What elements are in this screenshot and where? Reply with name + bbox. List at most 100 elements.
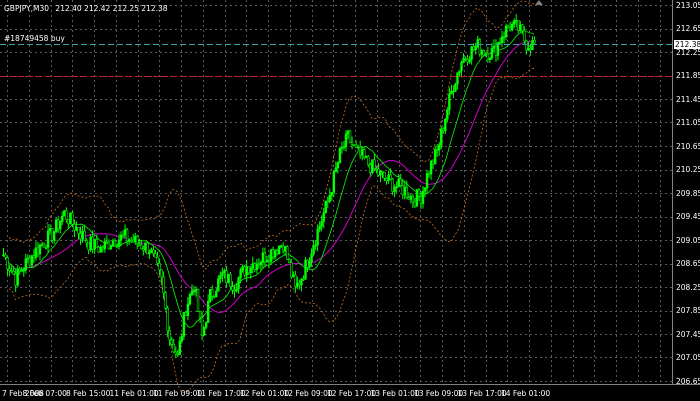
candle-body bbox=[227, 273, 230, 283]
candle-body bbox=[525, 40, 528, 51]
candle-body bbox=[354, 144, 358, 148]
candle-body bbox=[352, 144, 356, 146]
candle-body bbox=[142, 248, 145, 251]
candle-body bbox=[433, 149, 437, 165]
candle-body bbox=[172, 344, 175, 353]
candle-body bbox=[225, 270, 228, 283]
candle-body bbox=[448, 93, 451, 111]
candle-body bbox=[440, 128, 443, 146]
candle-body bbox=[200, 317, 204, 336]
candle-body bbox=[16, 268, 19, 286]
candle-body bbox=[93, 239, 96, 250]
candle-body bbox=[332, 171, 336, 193]
candle-body bbox=[217, 278, 220, 292]
candle-body bbox=[502, 36, 506, 38]
candle-body bbox=[144, 242, 147, 251]
time-tick-label: 11 Feb 01:00 bbox=[109, 389, 159, 398]
candle-body bbox=[488, 57, 492, 60]
candle-body bbox=[415, 189, 419, 207]
candle-body bbox=[504, 25, 508, 37]
candle-body bbox=[348, 130, 352, 143]
candle-body bbox=[296, 282, 299, 287]
candle-body bbox=[342, 146, 346, 148]
candle-body bbox=[452, 90, 455, 93]
candle-body bbox=[314, 244, 317, 247]
candle-body bbox=[306, 259, 309, 268]
candle-body bbox=[510, 23, 514, 31]
candle-body bbox=[119, 234, 123, 241]
candle-body bbox=[300, 278, 303, 286]
candle-body bbox=[34, 247, 38, 258]
candle-body bbox=[164, 292, 167, 309]
candle-body bbox=[472, 46, 475, 51]
candle-body bbox=[186, 303, 190, 316]
candle-body bbox=[168, 330, 171, 341]
candle-body bbox=[423, 187, 427, 192]
price-tick-label: 207.45 bbox=[676, 329, 700, 339]
candle-body bbox=[150, 249, 153, 253]
candle-body bbox=[77, 227, 80, 234]
candle-body bbox=[486, 53, 490, 60]
candle-body bbox=[52, 231, 56, 241]
candle-body bbox=[468, 58, 471, 63]
time-tick-label: 12 Feb 17:00 bbox=[327, 389, 377, 398]
candle-body bbox=[409, 195, 413, 200]
candle-body bbox=[470, 46, 473, 60]
candle-body bbox=[391, 178, 394, 192]
candle-body bbox=[40, 243, 44, 246]
candle-body bbox=[4, 254, 7, 258]
price-tick-label: 210.25 bbox=[676, 165, 700, 174]
candle-body bbox=[427, 173, 431, 175]
candle-body bbox=[521, 24, 524, 32]
candle-body bbox=[233, 289, 236, 292]
candle-body bbox=[324, 200, 327, 214]
candle-body bbox=[393, 187, 396, 192]
candle-body bbox=[446, 109, 449, 120]
candle-body bbox=[249, 267, 252, 274]
current-price-label: 212.38 bbox=[674, 39, 700, 49]
candle-body bbox=[241, 266, 244, 271]
candle-body bbox=[302, 278, 305, 281]
candle-body bbox=[12, 270, 15, 275]
candle-body bbox=[127, 239, 131, 242]
candle-body bbox=[375, 168, 378, 170]
candle-body bbox=[371, 159, 374, 173]
price-tick-label: 208.25 bbox=[676, 282, 700, 292]
candle-body bbox=[180, 336, 184, 342]
candle-body bbox=[59, 221, 62, 230]
price-tick-label: 213.05 bbox=[676, 0, 700, 10]
price-tick-label: 212.65 bbox=[676, 24, 700, 33]
candle-body bbox=[435, 149, 439, 151]
candle-body bbox=[298, 282, 301, 286]
candle-body bbox=[229, 273, 232, 287]
candle-body bbox=[506, 25, 510, 29]
candle-body bbox=[338, 147, 342, 163]
chart-background bbox=[0, 0, 672, 384]
candle-body bbox=[336, 162, 340, 169]
candle-body bbox=[211, 288, 214, 297]
candle-body bbox=[255, 263, 259, 270]
candle-body bbox=[367, 155, 370, 165]
candle-body bbox=[132, 239, 135, 243]
candle-body bbox=[170, 339, 173, 345]
time-tick-label: 8 Feb 07:00 bbox=[22, 389, 67, 398]
candle-body bbox=[310, 253, 313, 263]
candle-body bbox=[373, 159, 376, 169]
candle-body bbox=[403, 186, 406, 196]
candle-body bbox=[129, 239, 133, 242]
time-tick-label: 13 Feb 17:00 bbox=[457, 389, 507, 398]
price-chart[interactable] bbox=[0, 0, 700, 401]
candle-body bbox=[277, 245, 281, 255]
candle-body bbox=[312, 245, 315, 255]
time-tick-label: 14 Feb 01:00 bbox=[501, 389, 551, 398]
price-scale[interactable]: 213.05 212.65 212.25 211.85 211.45 211.05 210.… bbox=[672, 0, 700, 386]
candle-body bbox=[67, 219, 70, 225]
candle-body bbox=[419, 196, 423, 204]
candle-body bbox=[73, 223, 76, 231]
time-scale[interactable]: 7 Feb 2008 8 Feb 07:00 8 Feb 15:00 11 Feb 0… bbox=[0, 384, 672, 401]
candle-body bbox=[24, 258, 27, 271]
candle-body bbox=[304, 259, 307, 280]
candle-body bbox=[87, 242, 90, 251]
candle-body bbox=[192, 290, 196, 293]
candle-body bbox=[20, 270, 23, 273]
